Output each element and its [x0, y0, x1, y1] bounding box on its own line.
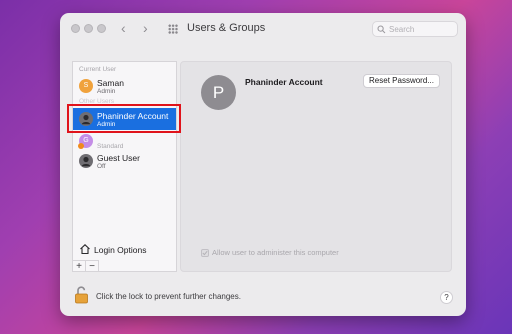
current-user-label: Current User: [79, 66, 117, 73]
forward-chevron-icon[interactable]: ›: [143, 20, 148, 36]
user-row-saman[interactable]: S Saman Admin: [73, 75, 176, 97]
remove-user-button[interactable]: −: [86, 260, 99, 272]
account-name: Phaninder Account: [245, 77, 323, 87]
user-row-standard[interactable]: G Standard: [73, 130, 176, 152]
badge-icon: [78, 143, 84, 149]
search-input[interactable]: [389, 23, 455, 35]
avatar: S: [79, 79, 93, 93]
highlight-annotation-box: [67, 104, 181, 133]
house-icon: [80, 244, 90, 255]
reset-password-button[interactable]: Reset Password...: [363, 74, 440, 88]
preferences-window: ‹ › Users & Groups Current User S Saman …: [60, 13, 466, 316]
login-options-label: Login Options: [94, 245, 147, 255]
close-window-button[interactable]: [71, 24, 80, 33]
add-user-button[interactable]: +: [73, 260, 86, 272]
help-button[interactable]: ?: [440, 291, 453, 304]
checkmark-icon: [202, 250, 208, 256]
show-all-grid-icon[interactable]: [168, 24, 178, 34]
account-detail-pane: P Phaninder Account Reset Password... Al…: [180, 61, 452, 272]
unlocked-lock-icon[interactable]: [74, 285, 90, 305]
titlebar: ‹ › Users & Groups: [60, 13, 466, 43]
user-role: Off: [97, 163, 106, 170]
search-field[interactable]: [372, 21, 458, 37]
users-sidebar: Current User S Saman Admin Other Users P…: [72, 61, 177, 272]
account-avatar[interactable]: P: [201, 75, 236, 110]
back-chevron-icon[interactable]: ‹: [121, 20, 126, 36]
user-row-guest[interactable]: Guest User Off: [73, 150, 176, 172]
user-role: Standard: [97, 143, 124, 150]
login-options-row[interactable]: Login Options: [73, 242, 176, 258]
person-avatar-icon: [79, 154, 93, 168]
window-title: Users & Groups: [187, 22, 266, 34]
minimize-window-button[interactable]: [84, 24, 93, 33]
allow-admin-label: Allow user to administer this computer: [212, 248, 339, 257]
user-name: Saman: [97, 78, 124, 88]
lock-message: Click the lock to prevent further change…: [96, 292, 241, 301]
zoom-window-button[interactable]: [97, 24, 106, 33]
user-role: Admin: [97, 88, 116, 95]
allow-admin-checkbox[interactable]: [201, 249, 209, 257]
user-name: Guest User: [97, 153, 140, 163]
search-icon: [377, 25, 386, 34]
